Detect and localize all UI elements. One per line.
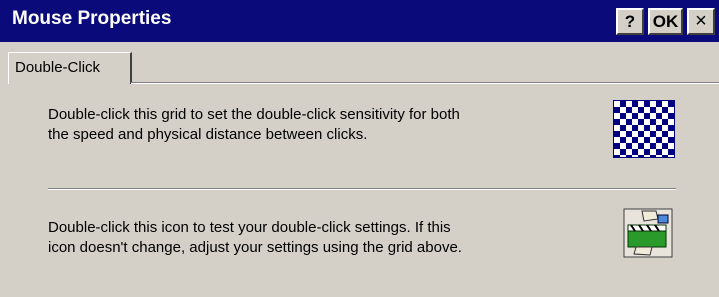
test-instructions: Double-click this icon to test your doub…: [48, 219, 462, 256]
grid-instructions: Double-click this grid to set the double…: [48, 106, 460, 143]
title-bar: Mouse Properties ? OK ×: [0, 0, 719, 42]
tab-double-click[interactable]: Double-Click: [8, 52, 132, 84]
help-button[interactable]: ?: [616, 8, 644, 35]
tab-strip-border: [131, 82, 719, 84]
checkerboard-grid-icon[interactable]: [613, 100, 675, 158]
tab-label: Double-Click: [15, 59, 101, 76]
clapperboard-test-icon[interactable]: [622, 207, 674, 259]
close-button[interactable]: ×: [687, 8, 715, 35]
window-title: Mouse Properties: [12, 8, 172, 29]
ok-button[interactable]: OK: [648, 8, 683, 35]
mouse-properties-window: Mouse Properties ? OK × Double-Click Dou…: [0, 0, 719, 297]
section-divider: [48, 188, 676, 190]
